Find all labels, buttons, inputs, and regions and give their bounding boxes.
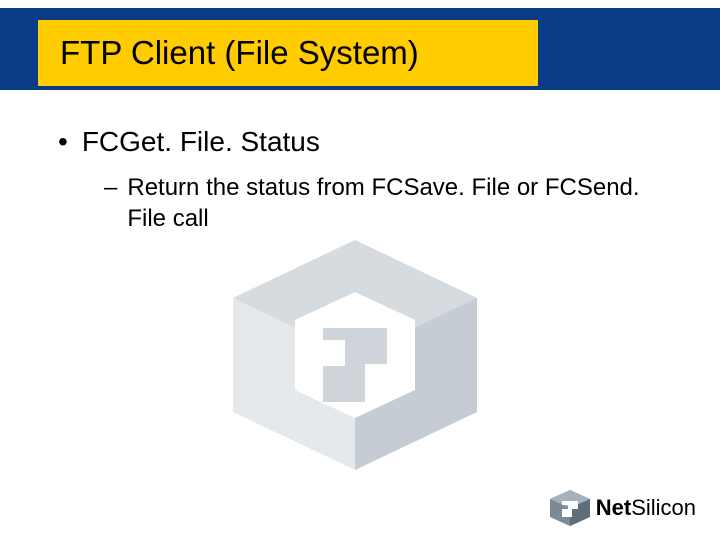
footer-brand-name: NetSilicon (596, 495, 696, 521)
bullet-dash-icon: – (104, 172, 117, 203)
bullet-level-1: • FCGet. File. Status (58, 126, 668, 158)
bullet-level-2: – Return the status from FCSave. File or… (104, 172, 668, 234)
background-logo-watermark (225, 240, 485, 470)
footer-logo: NetSilicon (550, 490, 696, 526)
bullet-l1-text: FCGet. File. Status (82, 126, 320, 158)
title-box: FTP Client (File System) (38, 20, 538, 86)
footer-brand-bold: Net (596, 495, 631, 520)
netsilicon-logo-icon (550, 490, 590, 526)
page-title: FTP Client (File System) (60, 34, 419, 72)
footer-brand-rest: Silicon (631, 495, 696, 520)
bullet-l2-text: Return the status from FCSave. File or F… (127, 172, 668, 234)
bullet-dot-icon: • (58, 128, 68, 156)
content-area: • FCGet. File. Status – Return the statu… (58, 126, 668, 234)
